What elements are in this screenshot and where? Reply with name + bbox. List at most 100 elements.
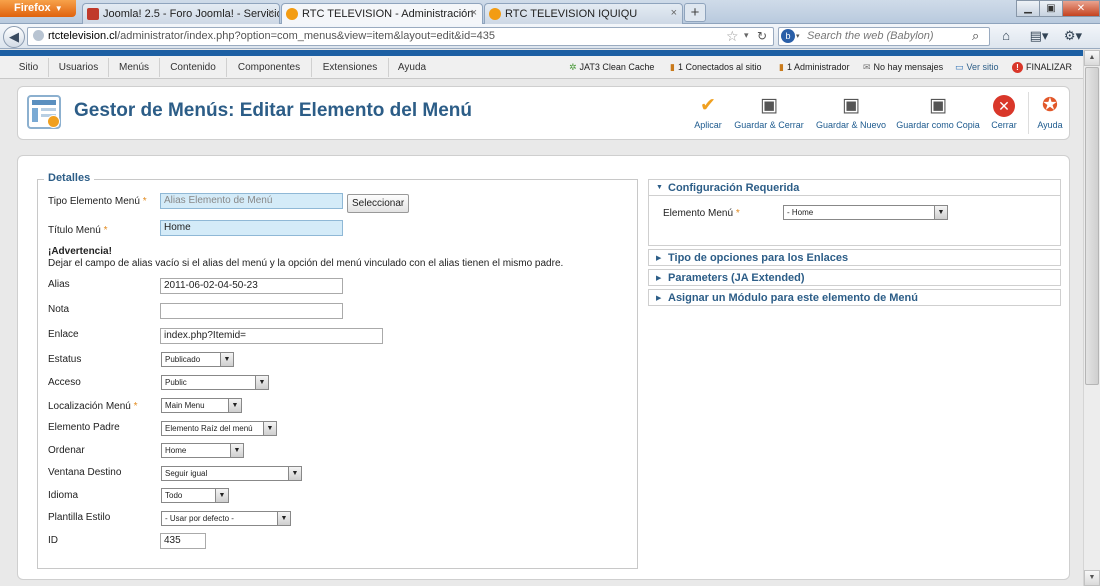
messages-status[interactable]: ✉ No hay mensajes: [863, 62, 943, 73]
language-select[interactable]: Todo ▼: [161, 488, 229, 503]
save-new-label: Guardar & Nuevo: [815, 120, 887, 130]
logout-link[interactable]: ! FINALIZAR: [1012, 62, 1072, 73]
scroll-down-button[interactable]: ▼: [1084, 570, 1100, 586]
close-icon[interactable]: ×: [268, 7, 274, 19]
menu-ayuda[interactable]: Ayuda: [389, 58, 435, 77]
menu-extensiones[interactable]: Extensiones: [312, 58, 389, 77]
note-label: Nota: [48, 304, 70, 315]
template-label: Plantilla Estilo: [48, 512, 111, 523]
clean-cache-label: JAT3 Clean Cache: [579, 62, 655, 72]
link-input[interactable]: index.php?Itemid=: [160, 328, 383, 344]
apply-button[interactable]: ✔ Aplicar: [688, 95, 728, 135]
history-dropdown-icon[interactable]: ▾: [744, 30, 749, 41]
close-icon[interactable]: ×: [471, 7, 477, 19]
alias-input[interactable]: 2011-06-02-04-50-23: [160, 278, 343, 294]
minimize-button[interactable]: ▁: [1016, 0, 1040, 17]
home-icon[interactable]: ⌂: [997, 28, 1015, 45]
save-close-button[interactable]: ▣ Guardar & Cerrar: [733, 95, 805, 135]
maximize-button[interactable]: ▣: [1039, 0, 1063, 17]
tab-joomla-forum[interactable]: Joomla! 2.5 - Foro Joomla! - Servicios .…: [82, 3, 280, 24]
new-tab-button[interactable]: +: [684, 3, 706, 22]
note-input[interactable]: [160, 303, 343, 319]
save-copy-button[interactable]: ▣ Guardar como Copia: [896, 95, 980, 135]
link-options-panel[interactable]: ▶ Tipo de opciones para los Enlaces: [648, 249, 1061, 266]
menu-contenido[interactable]: Contenido: [160, 58, 227, 77]
tab-rtc-iquiqu[interactable]: RTC TELEVISION IQUIQU ×: [484, 3, 683, 24]
help-button[interactable]: ✪ Ayuda: [1034, 95, 1066, 135]
warning-text: Dejar el campo de alias vacío si el alia…: [48, 258, 564, 269]
scroll-thumb[interactable]: [1085, 67, 1099, 385]
parent-value: Elemento Raíz del menú: [165, 424, 253, 433]
joomla-forum-favicon-icon: [87, 8, 99, 20]
bookmarks-menu-icon[interactable]: ▤▾: [1026, 28, 1052, 45]
tab-rtc-admin[interactable]: RTC TELEVISION - Administración ×: [281, 3, 483, 24]
details-fieldset: [37, 179, 638, 569]
envelope-icon: ✉: [863, 62, 871, 72]
search-icon[interactable]: ⌕: [972, 28, 979, 44]
title-label: Título Menú *: [48, 225, 108, 236]
required-settings-header[interactable]: ▼ Configuración Requerida: [649, 180, 1060, 196]
status-select[interactable]: Publicado ▼: [161, 352, 234, 367]
messages-label: No hay mensajes: [873, 62, 944, 72]
save-new-button[interactable]: ▣ Guardar & Nuevo: [814, 95, 888, 135]
clean-cache-link[interactable]: ✲ JAT3 Clean Cache: [569, 62, 654, 73]
assign-module-title: Asignar un Módulo para este elemento de …: [668, 292, 918, 304]
babylon-search-engine-icon[interactable]: b: [781, 29, 795, 43]
select-type-button[interactable]: Seleccionar: [347, 194, 410, 213]
parent-select[interactable]: Elemento Raíz del menú ▼: [161, 421, 277, 436]
required-marker: *: [133, 401, 138, 412]
users-icon: ▮: [670, 62, 675, 72]
scroll-up-button[interactable]: ▲: [1084, 50, 1100, 66]
menu-menus[interactable]: Menús: [109, 58, 160, 77]
parameters-panel[interactable]: ▶ Parameters (JA Extended): [648, 269, 1061, 286]
menu-sitio[interactable]: Sitio: [9, 58, 49, 77]
menu-componentes[interactable]: Componentes: [227, 58, 312, 77]
title-input[interactable]: Home: [160, 220, 343, 236]
close-label: Cerrar: [991, 120, 1017, 130]
template-select[interactable]: - Usar por defecto - ▼: [161, 511, 291, 526]
broom-icon: ✲: [569, 62, 577, 72]
expanded-arrow-icon: ▼: [656, 184, 663, 191]
parameters-title: Parameters (JA Extended): [668, 272, 805, 284]
menu-manager-icon: [27, 95, 61, 129]
menu-item-label-text: Elemento Menú: [663, 208, 734, 219]
access-select[interactable]: Public ▼: [161, 375, 269, 390]
access-value: Public: [165, 378, 187, 387]
addon-icon[interactable]: ⚙▾: [1062, 28, 1084, 45]
window-close-button[interactable]: ✕: [1062, 0, 1100, 17]
firefox-menu-button[interactable]: Firefox ▼: [0, 0, 76, 17]
chevron-down-icon: ▼: [228, 399, 241, 412]
globe-icon: [33, 30, 44, 41]
menu-item-select[interactable]: - Home ▼: [783, 205, 948, 220]
close-icon[interactable]: ×: [671, 7, 677, 19]
back-button[interactable]: ◀: [3, 26, 25, 48]
target-select[interactable]: Seguir igual ▼: [161, 466, 302, 481]
target-label: Ventana Destino: [48, 467, 122, 478]
order-select[interactable]: Home ▼: [161, 443, 244, 458]
logout-icon: !: [1012, 62, 1023, 73]
chevron-down-icon: ▼: [277, 512, 290, 525]
id-label: ID: [48, 535, 58, 546]
reload-icon[interactable]: ↻: [757, 29, 767, 43]
firefox-menu-label: Firefox: [14, 2, 51, 14]
required-marker: *: [103, 225, 108, 236]
assign-module-panel[interactable]: ▶ Asignar un Módulo para este elemento d…: [648, 289, 1061, 306]
warning-title: ¡Advertencia!: [48, 246, 112, 257]
save-copy-label: Guardar como Copia: [896, 120, 980, 130]
menu-location-select[interactable]: Main Menu ▼: [161, 398, 242, 413]
view-site-link[interactable]: ▭ Ver sitio: [955, 62, 999, 73]
type-field[interactable]: Alias Elemento de Menú: [160, 193, 343, 209]
bookmark-star-icon[interactable]: ☆: [726, 28, 739, 45]
chevron-down-icon[interactable]: ▾: [796, 32, 800, 40]
joomla-favicon-icon: [489, 8, 501, 20]
order-value: Home: [165, 446, 187, 455]
monitor-icon: ▭: [955, 62, 964, 72]
collapsed-arrow-icon: ▶: [656, 255, 662, 262]
menu-location-label: Localización Menú *: [48, 401, 138, 412]
help-label: Ayuda: [1037, 120, 1063, 130]
checkmark-icon: ✔: [700, 95, 716, 116]
menu-location-value: Main Menu: [165, 401, 205, 410]
close-button[interactable]: ✕ Cerrar: [988, 95, 1020, 135]
view-site-label: Ver sitio: [966, 62, 999, 72]
menu-usuarios[interactable]: Usuarios: [49, 58, 109, 77]
